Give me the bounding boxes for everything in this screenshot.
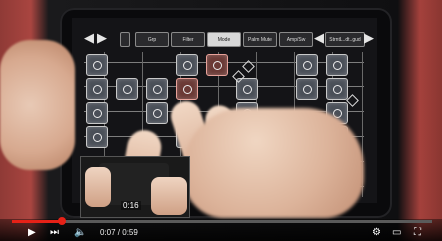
volume-icon[interactable]: 🔈 [74, 227, 86, 239]
time-display: 0:07 / 0:59 [100, 228, 138, 237]
filter-button[interactable]: Filter [171, 32, 205, 47]
mode-button[interactable]: Mode [207, 32, 241, 47]
prev-page-icon[interactable]: ◀ [84, 30, 94, 46]
note-pad[interactable] [86, 78, 108, 100]
theater-icon[interactable]: ▭ [392, 227, 401, 239]
preset-next-icon[interactable]: ▶ [364, 30, 374, 46]
fullscreen-icon[interactable]: ⛶ [414, 227, 421, 239]
note-pad[interactable] [326, 54, 348, 76]
next-page-icon[interactable]: ▶ [97, 30, 107, 46]
progress-bar[interactable] [12, 217, 432, 225]
preview-time: 0:16 [121, 201, 141, 210]
marker-diamond [346, 94, 359, 107]
app-toolbar: ◀ ▶ Grp Filter Mode Palm Mute Amp/Sw ◀ S… [84, 27, 374, 49]
note-pad[interactable] [146, 102, 168, 124]
preview-hand [151, 177, 187, 215]
amp-button[interactable]: Amp/Sw [279, 32, 313, 47]
preset-prev-icon[interactable]: ◀ [314, 30, 324, 46]
note-pad[interactable] [326, 78, 348, 100]
grp-button[interactable]: Grp [135, 32, 169, 47]
left-hand [0, 40, 75, 170]
note-pad[interactable] [176, 54, 198, 76]
note-pad[interactable] [116, 78, 138, 100]
note-pad[interactable] [86, 54, 108, 76]
next-icon[interactable]: ⏭ [50, 227, 59, 239]
note-pad[interactable] [206, 54, 228, 76]
note-pad[interactable] [86, 126, 108, 148]
palm-mute-button[interactable]: Palm Mute [243, 32, 277, 47]
right-hand [184, 108, 364, 218]
progress-fill [12, 220, 63, 223]
note-pad[interactable] [146, 78, 168, 100]
note-pad[interactable] [176, 78, 198, 100]
note-pad[interactable] [296, 78, 318, 100]
settings-icon[interactable]: ⚙ [372, 227, 381, 239]
note-pad[interactable] [86, 102, 108, 124]
play-icon[interactable]: ▶ [28, 227, 36, 239]
note-pad[interactable] [296, 54, 318, 76]
preview-thumbnail: 0:16 [80, 156, 190, 218]
preset-selector[interactable]: StrntL..dt..gud [325, 32, 365, 47]
small-toggle-button[interactable] [120, 32, 130, 47]
preview-hand [85, 167, 111, 207]
